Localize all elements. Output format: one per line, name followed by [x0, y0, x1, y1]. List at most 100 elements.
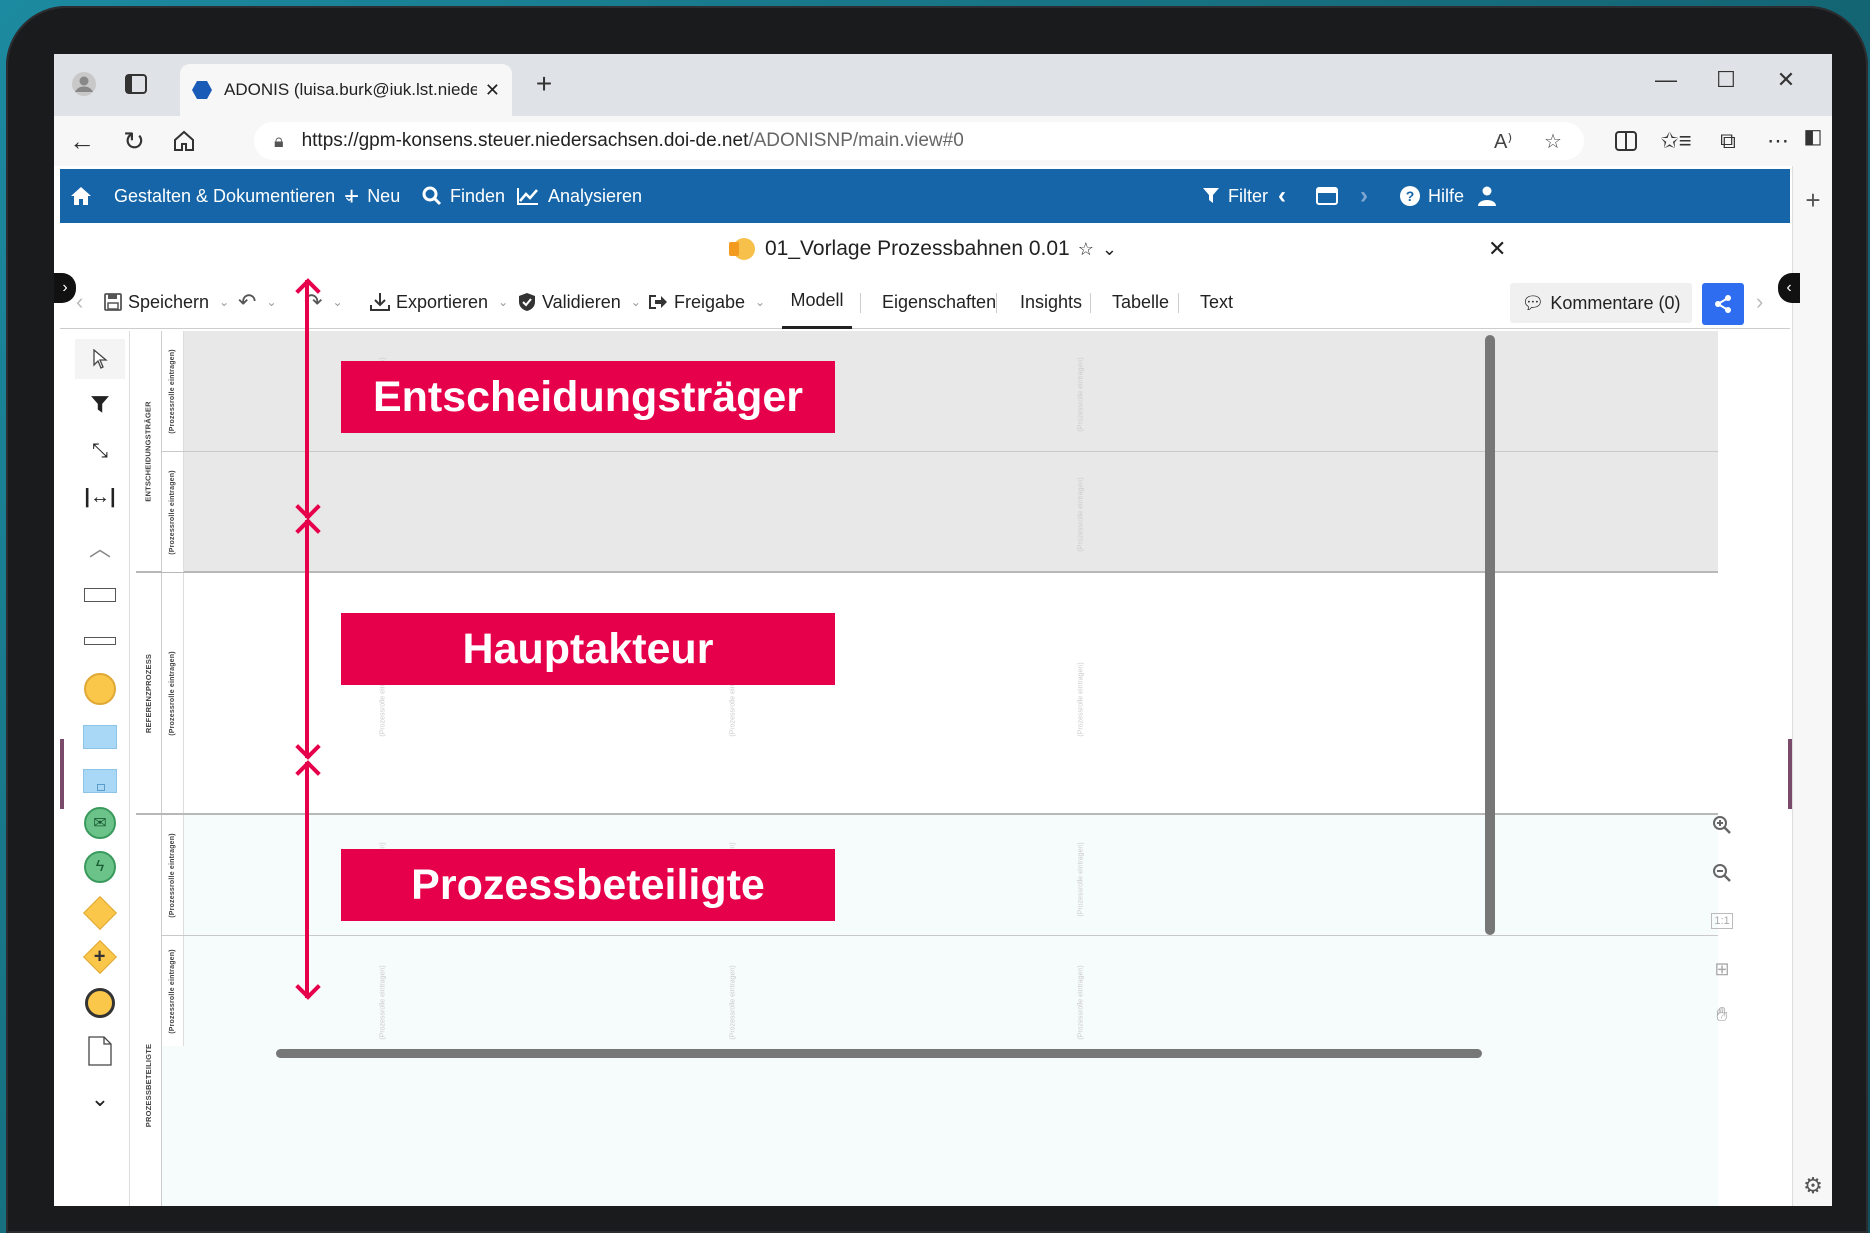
profile-icon[interactable]	[64, 64, 104, 104]
horizontal-scrollbar[interactable]	[276, 1049, 1482, 1058]
palette-expand-icon[interactable]: ⌄	[80, 1079, 120, 1119]
task-shape-icon[interactable]	[80, 717, 120, 757]
finden-label: Finden	[450, 185, 506, 206]
chevron-down-icon: ⌄	[332, 295, 343, 309]
chevron-down-icon: ⌄	[498, 295, 509, 309]
zoom-reset-button[interactable]: 1:1	[1706, 905, 1738, 937]
parallel-gateway-icon[interactable]: +	[80, 937, 120, 977]
tab-divider	[1090, 293, 1091, 313]
expand-right-panel-icon[interactable]: ‹	[1778, 273, 1800, 303]
zoom-out-icon[interactable]	[1706, 857, 1738, 889]
exportieren-button[interactable]: Exportieren ⌄	[370, 275, 508, 329]
annotation-prozessbeteiligte: Prozessbeteiligte	[341, 849, 835, 921]
chevron-down-icon: ⌄	[755, 295, 766, 309]
toolbar-scroll-right-icon[interactable]: ›	[1756, 275, 1763, 329]
connector-tool-icon[interactable]: ⤡	[80, 431, 120, 471]
undo-button[interactable]: ↶ ⌄	[238, 275, 277, 329]
palette-collapse-icon[interactable]: ︿	[80, 527, 120, 567]
collections-icon[interactable]: ⧉	[1708, 121, 1748, 161]
sidebar-settings-icon[interactable]: ⚙	[1793, 1166, 1832, 1206]
filter-icon	[1203, 188, 1219, 203]
reload-icon[interactable]: ↻	[114, 121, 154, 161]
document-menu-chevron-icon[interactable]: ⌄	[1102, 239, 1117, 260]
home-nav-icon[interactable]	[70, 169, 92, 223]
maximize-icon[interactable]: ☐	[1696, 60, 1756, 100]
toolbar-scroll-left-icon[interactable]: ‹	[76, 275, 83, 329]
pool-header: PROZESSBETEILIGTE	[136, 815, 162, 1206]
tab-insights[interactable]: Insights	[1020, 275, 1082, 329]
message-event-icon[interactable]: ✉	[80, 803, 120, 843]
lane-header: (Prozessrolle eintragen)	[162, 331, 184, 451]
speichern-button[interactable]: Speichern ⌄	[104, 275, 229, 329]
window-icon[interactable]	[1316, 169, 1338, 223]
user-icon[interactable]	[1478, 169, 1496, 223]
pool-referenzprozess[interactable]: REFERENZPROZESS (Prozessrolle eintragen)	[136, 573, 1718, 815]
favorite-model-icon[interactable]: ☆	[1078, 239, 1094, 260]
close-window-icon[interactable]: ✕	[1756, 60, 1816, 100]
url-path: /ADONISNP/main.view#0	[748, 130, 964, 151]
lane[interactable]: (Prozessrolle eintragen)	[162, 936, 1718, 1206]
share-button[interactable]	[1702, 283, 1744, 325]
close-model-icon[interactable]: ✕	[1488, 236, 1506, 262]
forward-nav-icon[interactable]: ›	[1360, 169, 1368, 223]
filter-label: Filter	[1228, 185, 1268, 206]
filter-tool-icon[interactable]	[80, 385, 120, 425]
tab-tabelle[interactable]: Tabelle	[1112, 275, 1169, 329]
minimize-icon[interactable]: —	[1636, 60, 1696, 100]
kommentare-button[interactable]: 💬︎ Kommentare (0)	[1510, 283, 1692, 323]
start-event-icon[interactable]	[80, 669, 120, 709]
tab-modell[interactable]: Modell	[782, 275, 852, 329]
left-resize-handle[interactable]	[60, 739, 64, 809]
back-icon[interactable]: ←	[62, 121, 102, 161]
neu-button[interactable]: + Neu	[344, 169, 400, 223]
back-nav-icon[interactable]: ‹	[1278, 169, 1286, 223]
model-type-icon	[729, 238, 755, 260]
sidebar-toggle-icon[interactable]: ◧	[1793, 116, 1832, 156]
freigabe-button[interactable]: Freigabe ⌄	[648, 275, 765, 329]
vertical-scrollbar[interactable]	[1485, 335, 1495, 935]
lane-shape-icon[interactable]	[80, 621, 120, 661]
end-event-icon[interactable]	[80, 983, 120, 1023]
document-shape-icon[interactable]	[80, 1031, 120, 1071]
hand-pan-icon[interactable]: ✋︎	[1706, 999, 1738, 1031]
filter-button[interactable]: Filter	[1202, 169, 1268, 223]
comment-icon: 💬︎	[1521, 292, 1545, 313]
tab-actions-icon[interactable]	[116, 64, 156, 104]
validieren-button[interactable]: Validieren ⌄	[518, 275, 641, 329]
gateway-shape-icon[interactable]	[80, 893, 120, 933]
home-icon[interactable]	[164, 121, 204, 161]
analysieren-button[interactable]: Analysieren	[516, 169, 642, 223]
pointer-tool-icon[interactable]	[75, 339, 125, 379]
tab-divider	[1178, 293, 1179, 313]
lane-header: (Prozessrolle eintragen)	[162, 815, 184, 935]
zoom-in-icon[interactable]	[1706, 809, 1738, 841]
space-tool-icon[interactable]: |↔|	[80, 477, 120, 517]
browser-tab[interactable]: ADONIS (luisa.burk@iuk.lst.niede ✕	[180, 64, 512, 116]
lane-label: (Prozessrolle eintragen)	[169, 348, 177, 434]
search-icon	[422, 186, 442, 206]
url-field[interactable]: 🔒︎ https://gpm-konsens.steuer.niedersach…	[254, 122, 1584, 160]
finden-button[interactable]: Finden	[422, 169, 505, 223]
new-tab-icon[interactable]: +	[524, 64, 564, 104]
favorite-star-icon[interactable]: ☆	[1544, 129, 1562, 154]
signal-event-icon[interactable]: ϟ	[80, 847, 120, 887]
zoom-controls: 1:1 ⊞ ✋︎	[1700, 809, 1744, 1089]
right-resize-handle[interactable]	[1788, 739, 1792, 809]
more-icon[interactable]: ⋯	[1758, 121, 1798, 161]
model-canvas[interactable]: ENTSCHEIDUNGSTRÄGER (Prozessrolle eintra…	[136, 331, 1771, 1206]
fit-page-icon[interactable]: ⊞	[1706, 953, 1738, 985]
tab-text[interactable]: Text	[1200, 275, 1233, 329]
split-screen-icon[interactable]	[1606, 121, 1646, 161]
close-tab-icon[interactable]: ✕	[485, 80, 500, 101]
add-sidebar-icon[interactable]: +	[1793, 180, 1832, 220]
favorites-icon[interactable]: ✩≡	[1656, 121, 1696, 161]
hilfe-button[interactable]: ? Hilfe	[1400, 169, 1464, 223]
subprocess-shape-icon[interactable]	[80, 761, 120, 801]
lock-icon: 🔒︎	[274, 130, 284, 151]
pool-shape-icon[interactable]	[80, 575, 120, 615]
kommentare-label: Kommentare (0)	[1550, 292, 1681, 313]
zoom-reset-label: 1:1	[1711, 913, 1733, 929]
gestalten-menu[interactable]: Gestalten & Dokumentieren ⌄	[114, 169, 355, 223]
read-aloud-icon[interactable]: A⁾	[1494, 129, 1512, 154]
tab-eigenschaften[interactable]: Eigenschaften	[882, 275, 996, 329]
